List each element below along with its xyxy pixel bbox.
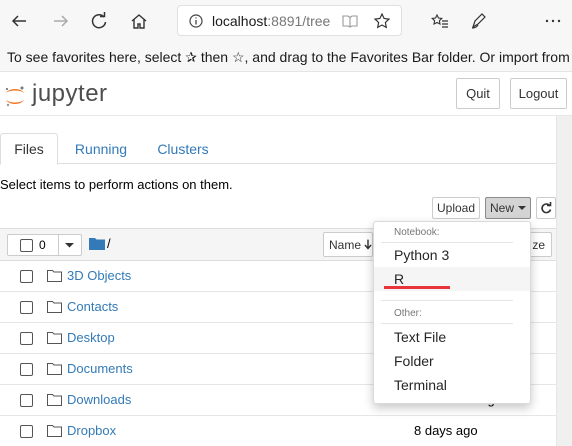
selected-count: 0 [39,238,46,252]
favorites-button[interactable] [427,8,453,34]
logout-button[interactable]: Logout [510,78,567,109]
caret-down-icon [518,206,526,210]
caret-down-icon[interactable] [65,242,74,248]
row-checkbox[interactable] [20,363,33,376]
folder-icon [47,301,62,313]
menu-item-folder[interactable]: Folder [374,349,530,373]
menu-item-text-file[interactable]: Text File [374,325,530,349]
new-button[interactable]: New [485,197,531,219]
info-icon[interactable] [189,14,203,28]
page-scrollbar[interactable] [556,116,572,446]
ellipsis-icon [545,19,561,23]
file-name-link[interactable]: Contacts [67,299,118,314]
other-section-header: Other: [394,308,422,319]
folder-icon [47,394,62,406]
jupyter-logo-icon [6,86,24,107]
home-button[interactable] [126,8,152,34]
jupyter-header: jupyter Quit Logout [0,72,572,116]
menu-divider [381,300,513,301]
menu-item-terminal[interactable]: Terminal [374,373,530,397]
folder-icon [47,363,62,375]
size-column-label: ze [532,237,545,252]
file-name-link[interactable]: Downloads [67,392,131,407]
row-checkbox[interactable] [20,332,33,345]
favorites-list-icon [431,13,448,28]
browser-toolbar: localhost:8891/tree [0,0,572,42]
favorites-bar: To see favorites here, select ✰ then ☆, … [0,42,572,72]
more-menu-button[interactable] [540,8,566,34]
logo-text: jupyter [32,80,108,107]
folder-icon [47,270,62,282]
reading-view-icon[interactable] [342,14,358,28]
back-button[interactable] [6,8,32,34]
tab-files[interactable]: Files [0,133,58,165]
folder-icon [89,238,105,250]
tab-running[interactable]: Running [64,133,138,164]
quit-button[interactable]: Quit [456,78,500,109]
refresh-button[interactable] [86,8,112,34]
row-checkbox[interactable] [20,425,33,438]
pen-icon [471,13,486,29]
tab-clusters[interactable]: Clusters [146,133,220,164]
favorites-message: To see favorites here, select ✰ then ☆, … [7,49,570,65]
refresh-icon [91,12,107,29]
jupyter-logo[interactable]: jupyter [4,80,114,110]
row-checkbox[interactable] [20,301,33,314]
home-icon [131,14,147,29]
upload-button[interactable]: Upload [432,197,480,219]
refresh-list-button[interactable] [536,197,556,219]
back-arrow-icon [11,15,26,27]
sort-by-name-button[interactable]: Name [323,232,373,257]
divider [58,235,59,255]
annotation-underline [384,286,450,289]
menu-divider [381,323,513,324]
url-text: localhost:8891/tree [212,13,331,29]
address-bar[interactable]: localhost:8891/tree [177,5,402,36]
list-item[interactable]: Dropbox 8 days ago [0,416,556,446]
sort-arrow-down-icon [364,239,372,250]
selection-hint: Select items to perform actions on them. [0,177,233,192]
file-name-link[interactable]: Desktop [67,330,115,345]
row-checkbox[interactable] [20,270,33,283]
forward-button[interactable] [48,8,74,34]
forward-arrow-icon [54,15,69,27]
new-button-label: New [489,201,514,215]
tab-bar: Files Running Clusters [0,133,556,165]
file-name-link[interactable]: Documents [67,361,133,376]
row-checkbox[interactable] [20,394,33,407]
notebook-section-header: Notebook: [394,227,440,238]
menu-item-python3[interactable]: Python 3 [374,243,530,267]
current-path[interactable]: / [107,236,111,251]
modified-date: 8 days ago [414,423,478,438]
add-favorite-star-icon[interactable] [374,13,390,29]
name-column-label: Name [329,237,362,252]
folder-icon [47,425,62,437]
folder-icon [47,332,62,344]
notes-button[interactable] [466,8,492,34]
select-all-control[interactable]: 0 [7,234,82,256]
select-all-checkbox[interactable] [20,239,33,252]
refresh-icon [541,202,552,214]
file-name-link[interactable]: 3D Objects [67,268,131,283]
new-dropdown-menu: Notebook: Python 3 R Other: Text File Fo… [373,221,531,404]
file-name-link[interactable]: Dropbox [67,423,116,438]
